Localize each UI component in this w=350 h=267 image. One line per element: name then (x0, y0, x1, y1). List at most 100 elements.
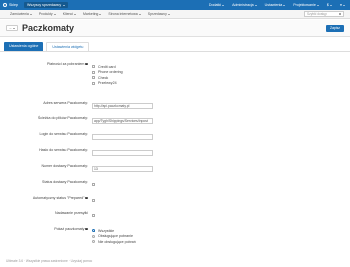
footer-text: Ultimate 3.6 · Wszystkie prawa zastrzeżo… (6, 259, 93, 263)
chevron-down-icon (63, 4, 66, 6)
api-url-input[interactable]: http://api.paczkomaty.pl (92, 103, 153, 109)
payment-option-label: Phone ordering (98, 70, 123, 75)
addons-menu[interactable]: Dodatki (208, 3, 225, 7)
path-input[interactable]: app/Tygh/Shippings/Services/Inpost (92, 118, 153, 124)
menu-orders-label: Zamówienia (10, 12, 29, 16)
parcel-sending-checkbox[interactable] (92, 214, 95, 217)
settings-menu-label: Ustawienia (264, 3, 283, 7)
checkbox[interactable] (92, 76, 95, 80)
api-url-label: Adres serwera Paczkomaty: (43, 101, 88, 105)
chevron-down-icon (74, 13, 76, 15)
menu-vendors-label: Sprzedawcy (147, 12, 167, 16)
vendor-selector[interactable]: Wszyscy sprzedawcy (24, 2, 69, 8)
quick-search-input[interactable]: Szybki dostęp (304, 11, 344, 17)
addons-menu-label: Dodatki (208, 3, 222, 7)
menu-customers-label: Klienci (62, 12, 73, 16)
show-option-no-cod[interactable]: Nie obsługujące pobrań (92, 239, 136, 245)
payments-label-wrap: Płatności za pobraniem ? (47, 62, 88, 66)
delivery-status-checkbox-wrap (92, 182, 95, 187)
chevron-down-icon (316, 4, 319, 6)
radio[interactable] (92, 240, 95, 244)
help-icon[interactable]: ? (85, 62, 88, 66)
menu-website[interactable]: Strona internetowa (108, 12, 141, 16)
search-icon[interactable] (338, 12, 341, 16)
page-header: ← Paczkomaty Zapisz (0, 20, 350, 37)
delivery-status-label: Status dostawy Paczkomaty: (42, 180, 88, 184)
path-label: Ścieżka do plików Paczkomaty: (37, 116, 88, 120)
show-option-label: Obsługujące pobranie (98, 234, 133, 239)
delivery-number-input[interactable]: 13 (92, 166, 153, 172)
chevron-down-icon (343, 4, 345, 6)
menu-orders[interactable]: Zamówienia (10, 12, 32, 16)
save-button[interactable]: Zapisz (326, 24, 344, 32)
payment-option-przelewy24[interactable]: Przelewy24 (92, 81, 123, 87)
chevron-down-icon (283, 4, 286, 6)
checkbox[interactable] (92, 65, 95, 69)
quick-search-placeholder: Szybki dostęp (307, 12, 327, 16)
parcel-sending-checkbox-wrap (92, 213, 95, 218)
password-input[interactable] (92, 150, 153, 156)
show-paczkomaty-options: Wszystkie Obsługujące pobranie Nie obsłu… (92, 228, 136, 245)
currency-menu-label: $ (326, 3, 329, 7)
user-menu[interactable]: ● (340, 3, 345, 7)
vendor-selector-label: Wszyscy sprzedawcy (27, 3, 62, 7)
auto-prepared-label-wrap: Automatyczny status "Prepared" ? (33, 196, 88, 200)
chevron-down-icon (138, 13, 141, 15)
chevron-down-icon (13, 27, 16, 29)
auto-prepared-checkbox[interactable] (92, 199, 95, 202)
radio-selected[interactable] (92, 229, 95, 233)
help-icon[interactable]: ? (85, 196, 88, 200)
menu-customers[interactable]: Klienci (63, 12, 76, 16)
home-label: Sklep (9, 3, 18, 7)
design-menu[interactable]: Projektowanie (293, 3, 319, 7)
chevron-down-icon (222, 4, 225, 6)
chevron-down-icon (99, 13, 102, 15)
login-label: Login do serwisu Paczkomaty: (39, 132, 88, 136)
delivery-status-checkbox[interactable] (92, 183, 95, 186)
parcel-sending-label: Nadawanie przesyłki (55, 211, 88, 215)
radio[interactable] (92, 234, 95, 238)
checkbox[interactable] (92, 81, 95, 85)
top-right-menu: Dodatki Administracja Ustawienia Projekt… (209, 3, 345, 7)
login-input[interactable] (92, 134, 153, 140)
auto-prepared-checkbox-wrap (92, 198, 95, 203)
menu-marketing[interactable]: Marketing (83, 12, 102, 16)
arrow-left-icon: ← (8, 26, 13, 30)
top-navigation-bar: Sklep Wszyscy sprzedawcy Dodatki Adminis… (0, 0, 350, 10)
design-menu-label: Projektowanie (293, 3, 316, 7)
payment-option-label: Credit card (98, 64, 116, 69)
chevron-down-icon (53, 13, 56, 15)
menu-vendors[interactable]: Sprzedawcy (148, 12, 170, 16)
show-option-label: Nie obsługujące pobrań (98, 239, 136, 244)
auto-prepared-label: Automatyczny status "Prepared" (32, 196, 85, 200)
show-paczkomaty-label: Pokaż paczkomaty (54, 227, 85, 231)
currency-menu[interactable]: $ (327, 3, 332, 7)
show-paczkomaty-label-wrap: Pokaż paczkomaty ? (54, 227, 88, 231)
user-icon: ● (339, 3, 342, 7)
show-option-cod[interactable]: Obsługujące pobranie (92, 234, 136, 240)
show-option-label: Wszystkie (98, 228, 115, 233)
administration-menu[interactable]: Administracja (232, 3, 257, 7)
tabs-divider (0, 51, 350, 52)
help-icon[interactable]: ? (85, 227, 88, 231)
payments-label: Płatności za pobraniem (47, 62, 85, 66)
home-link[interactable]: Sklep (3, 3, 18, 7)
settings-menu[interactable]: Ustawienia (265, 3, 286, 7)
menu-website-label: Strona internetowa (108, 12, 138, 16)
administration-menu-label: Administracja (232, 3, 254, 7)
chevron-down-icon (29, 13, 32, 15)
menu-marketing-label: Marketing (83, 12, 99, 16)
menu-products-label: Produkty (38, 12, 53, 16)
chevron-down-icon (167, 13, 170, 15)
checkbox[interactable] (92, 70, 95, 74)
password-label: Hasło do serwisu Paczkomaty: (39, 148, 88, 152)
payment-options: Credit card Phone ordering Check Przelew… (92, 64, 123, 86)
delivery-number-label: Numer dostawy Paczkomaty: (41, 164, 88, 168)
main-menu-bar: Zamówienia Produkty Klienci Marketing St… (0, 10, 350, 19)
store-icon (3, 3, 7, 7)
chevron-down-icon (329, 4, 332, 6)
page-title: Paczkomaty (22, 23, 75, 33)
back-button[interactable]: ← (6, 25, 18, 31)
menu-products[interactable]: Produkty (39, 12, 56, 16)
payment-option-label: Przelewy24 (98, 81, 117, 86)
